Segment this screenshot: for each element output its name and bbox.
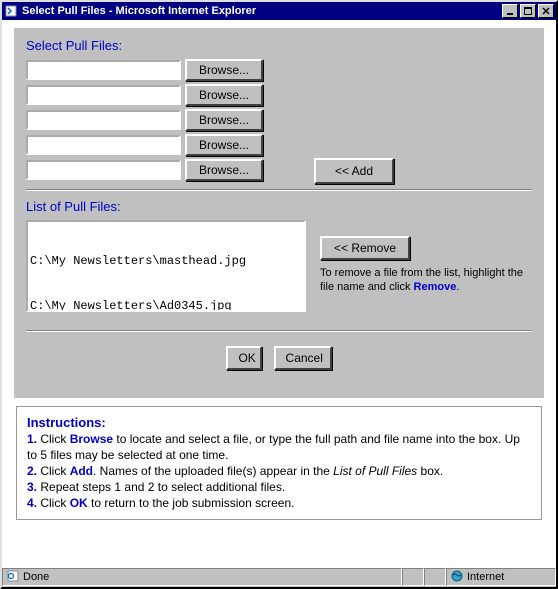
status-pane [402, 568, 424, 586]
file-row: Browse... [26, 109, 532, 131]
step-text: box. [417, 464, 443, 478]
minimize-button[interactable] [502, 4, 518, 18]
content-area: Select Pull Files: Browse... Browse... B… [2, 20, 556, 569]
step-text: Repeat steps 1 and 2 to select additiona… [37, 480, 285, 494]
step-text: . Names of the uploaded file(s) appear i… [93, 464, 333, 478]
select-files-panel: Select Pull Files: Browse... Browse... B… [14, 28, 544, 398]
ok-button[interactable]: OK [226, 346, 262, 370]
keyword: OK [70, 496, 88, 510]
step-number: 1. [27, 432, 37, 446]
file-row: Browse... [26, 159, 532, 181]
zone-text: Internet [467, 571, 504, 583]
app-window: Select Pull Files - Microsoft Internet E… [0, 0, 558, 589]
step-text: Click [37, 432, 70, 446]
step-text: Click [37, 464, 70, 478]
instructions-heading: Instructions: [27, 415, 531, 431]
hint-text: . [456, 281, 459, 293]
step-number: 4. [27, 496, 37, 510]
browse-button[interactable]: Browse... [185, 59, 263, 81]
keyword: Add [70, 464, 93, 478]
statusbar: Done Internet [2, 567, 556, 587]
browse-button[interactable]: Browse... [185, 134, 263, 156]
ie-page-icon [4, 4, 18, 18]
file-row: Browse... [26, 84, 532, 106]
list-item[interactable]: C:\My Newsletters\masthead.jpg [30, 254, 302, 269]
window-title: Select Pull Files - Microsoft Internet E… [22, 5, 500, 17]
step-text: to return to the job submission screen. [88, 496, 295, 510]
status-message: Done [2, 568, 402, 586]
browse-button[interactable]: Browse... [185, 159, 263, 181]
window-buttons [500, 4, 554, 18]
status-text: Done [23, 571, 49, 583]
titlebar: Select Pull Files - Microsoft Internet E… [2, 2, 556, 20]
divider [26, 189, 532, 191]
browse-button[interactable]: Browse... [185, 109, 263, 131]
step-number: 2. [27, 464, 37, 478]
step-text: Click [37, 496, 70, 510]
instructions-panel: Instructions: 1. Click Browse to locate … [16, 406, 542, 520]
instruction-step: 2. Click Add. Names of the uploaded file… [27, 463, 531, 479]
instruction-step: 4. Click OK to return to the job submiss… [27, 495, 531, 511]
instruction-step: 3. Repeat steps 1 and 2 to select additi… [27, 479, 531, 495]
add-button[interactable]: << Add [314, 158, 394, 184]
step-number: 3. [27, 480, 37, 494]
list-item[interactable]: C:\My Newsletters\Ad0345.jpg [30, 299, 302, 312]
remove-button[interactable]: << Remove [320, 236, 410, 260]
instruction-step: 1. Click Browse to locate and select a f… [27, 431, 531, 463]
list-files-heading: List of Pull Files: [26, 199, 532, 214]
file-path-input[interactable] [26, 85, 181, 105]
hint-keyword: Remove [414, 281, 457, 293]
ie-icon [7, 570, 19, 585]
pull-files-listbox[interactable]: C:\My Newsletters\masthead.jpg C:\My New… [26, 220, 306, 312]
file-path-input[interactable] [26, 60, 181, 80]
file-path-input[interactable] [26, 160, 181, 180]
cancel-button[interactable]: Cancel [274, 346, 332, 370]
file-row: Browse... [26, 59, 532, 81]
dialog-actions: OK Cancel [26, 340, 532, 384]
status-zone: Internet [446, 568, 556, 586]
browse-button[interactable]: Browse... [185, 84, 263, 106]
keyword: Browse [70, 432, 113, 446]
close-button[interactable] [538, 4, 554, 18]
divider [26, 330, 532, 332]
select-files-heading: Select Pull Files: [26, 38, 532, 53]
globe-icon [451, 570, 463, 585]
file-path-input[interactable] [26, 110, 181, 130]
file-row: Browse... [26, 134, 532, 156]
italic-text: List of Pull Files [333, 464, 417, 478]
list-area: C:\My Newsletters\masthead.jpg C:\My New… [26, 220, 532, 312]
maximize-button[interactable] [520, 4, 536, 18]
list-side-panel: << Remove To remove a file from the list… [320, 220, 532, 312]
status-pane [424, 568, 446, 586]
file-path-input[interactable] [26, 135, 181, 155]
remove-hint: To remove a file from the list, highligh… [320, 266, 532, 294]
